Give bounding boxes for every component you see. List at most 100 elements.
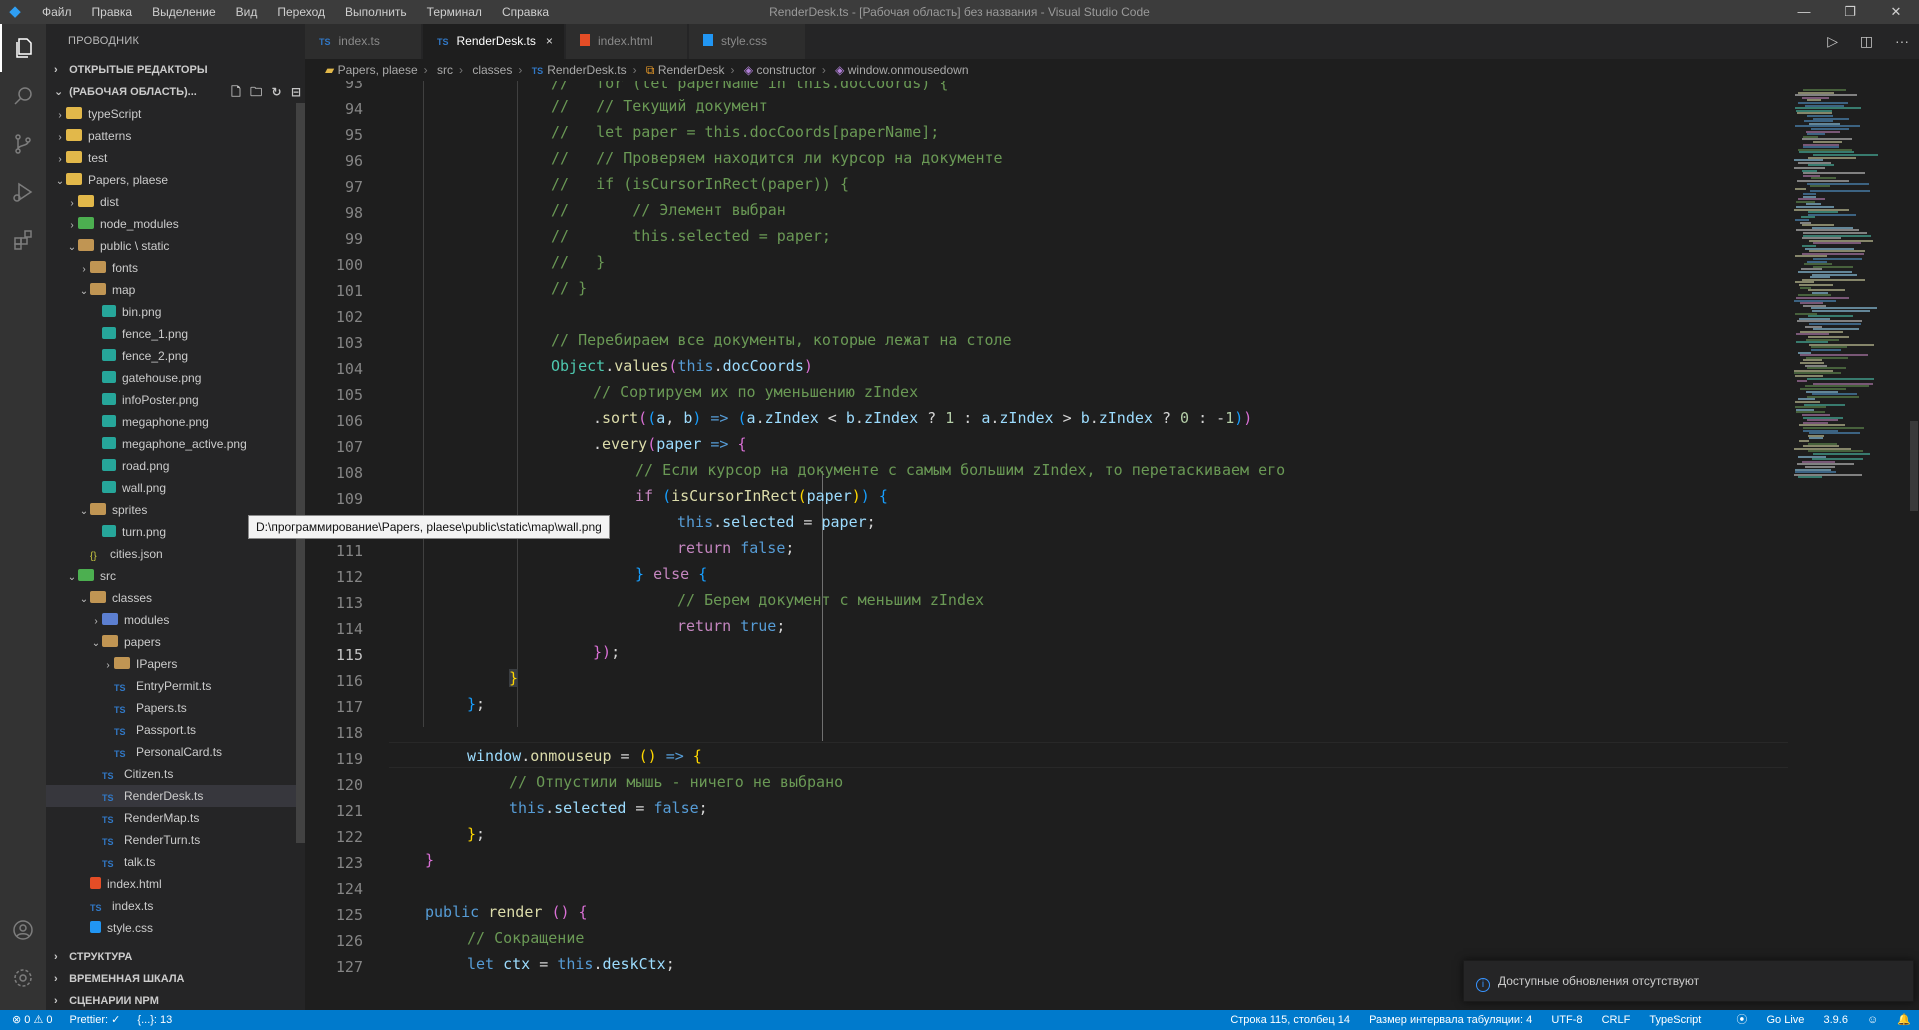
tree-item[interactable]: ⌄ src <box>46 565 296 587</box>
tree-item[interactable]: infoPoster.png <box>46 389 296 411</box>
cursor-position[interactable]: Строка 115, столбец 14 <box>1230 1014 1350 1026</box>
menu-view[interactable]: Вид <box>226 5 268 19</box>
new-file-icon[interactable]: 🗋 <box>231 85 241 99</box>
tree-item[interactable]: bin.png <box>46 301 296 323</box>
menu-file[interactable]: Файл <box>32 5 82 19</box>
run-debug-icon[interactable] <box>0 168 46 216</box>
breadcrumb-item[interactable]: src <box>437 63 453 77</box>
tab-size[interactable]: Размер интервала табуляции: 4 <box>1369 1014 1532 1026</box>
menu-selection[interactable]: Выделение <box>142 5 226 19</box>
search-icon[interactable] <box>0 72 46 120</box>
tree-item[interactable]: megaphone.png <box>46 411 296 433</box>
extensions-icon[interactable] <box>0 216 46 264</box>
menu-terminal[interactable]: Терминал <box>417 5 492 19</box>
tree-item[interactable]: ⌄ Papers, plaese <box>46 169 296 191</box>
npm-scripts-section[interactable]: › СЦЕНАРИИ NPM <box>46 990 305 1012</box>
source-control-icon[interactable] <box>0 120 46 168</box>
typescript-version[interactable]: 3.9.6 <box>1823 1014 1847 1026</box>
breadcrumb-item[interactable]: classes <box>472 63 512 77</box>
code-content[interactable]: // for (let paperName in this.docCoords)… <box>305 81 1788 1010</box>
menu-edit[interactable]: Правка <box>82 5 143 19</box>
tree-item[interactable]: {} cities.json <box>46 543 296 565</box>
collapse-all-icon[interactable]: ⊟ <box>291 85 301 99</box>
refresh-icon[interactable]: ↻ <box>272 85 282 99</box>
breadcrumb-item[interactable]: RenderDesk.ts <box>547 63 626 77</box>
code-editor[interactable]: 93 94 95 96 97 98 99 100 101 102 103 104 105 106 107 10… <box>305 81 1788 1010</box>
encoding[interactable]: UTF-8 <box>1551 1014 1582 1026</box>
tab-style-css[interactable]: style.css <box>689 24 806 59</box>
tree-item[interactable]: › dist <box>46 191 296 213</box>
breadcrumb-item[interactable]: RenderDesk <box>658 63 725 77</box>
tree-item[interactable]: index.html <box>46 873 296 895</box>
close-window-icon[interactable]: ✕ <box>1873 0 1919 24</box>
tree-item[interactable]: TS RenderTurn.ts <box>46 829 296 851</box>
tree-item[interactable]: ⌄ classes <box>46 587 296 609</box>
tab-index-ts[interactable]: TS index.ts <box>305 24 422 59</box>
tab-renderdesk-ts[interactable]: TS RenderDesk.ts × <box>423 24 565 59</box>
tree-item[interactable]: › typeScript <box>46 103 296 125</box>
run-icon[interactable]: ▷ <box>1827 33 1838 49</box>
tree-item[interactable]: ⌄ papers <box>46 631 296 653</box>
notification-toast[interactable]: i Доступные обновления отсутствуют <box>1463 960 1914 1002</box>
problems-indicator[interactable]: ⊗ 0 ⚠ 0 <box>12 1014 52 1026</box>
tree-item[interactable]: TS RenderDesk.ts <box>46 785 296 807</box>
selection-info[interactable]: {...}: 13 <box>137 1014 172 1026</box>
tree-item[interactable]: TS Passport.ts <box>46 719 296 741</box>
tree-item[interactable]: wall.png <box>46 477 296 499</box>
tree-item[interactable]: › modules <box>46 609 296 631</box>
tree-item[interactable]: › patterns <box>46 125 296 147</box>
split-editor-icon[interactable]: ◫ <box>1860 33 1873 49</box>
feedback-icon[interactable]: ☺ <box>1867 1014 1878 1026</box>
tree-item[interactable]: TS RenderMap.ts <box>46 807 296 829</box>
tree-item[interactable]: › node_modules <box>46 213 296 235</box>
tree-item[interactable]: megaphone_active.png <box>46 433 296 455</box>
go-live-button[interactable]: ⦿ Go Live <box>1720 1014 1804 1026</box>
breadcrumb-item[interactable]: Papers, plaese <box>338 63 418 77</box>
editor-scrollbar[interactable] <box>1908 81 1919 1010</box>
tree-item[interactable]: TS EntryPermit.ts <box>46 675 296 697</box>
language-mode[interactable]: TypeScript <box>1649 1014 1701 1026</box>
scrollbar-thumb[interactable] <box>1910 421 1918 511</box>
image-file-icon <box>102 525 116 537</box>
new-folder-icon[interactable]: 🗀 <box>250 85 262 99</box>
tree-item[interactable]: TS Papers.ts <box>46 697 296 719</box>
tree-item[interactable]: › test <box>46 147 296 169</box>
tree-item[interactable]: road.png <box>46 455 296 477</box>
restore-icon[interactable]: ❐ <box>1827 0 1873 24</box>
tree-item[interactable]: style.css <box>46 917 296 939</box>
minimap[interactable] <box>1788 81 1908 1010</box>
menu-run[interactable]: Выполнить <box>335 5 417 19</box>
open-editors-section[interactable]: › ОТКРЫТЫЕ РЕДАКТОРЫ <box>46 59 305 81</box>
tree-item[interactable]: fence_2.png <box>46 345 296 367</box>
tree-item[interactable]: ⌄ map <box>46 279 296 301</box>
timeline-section[interactable]: › ВРЕМЕННАЯ ШКАЛА <box>46 968 305 990</box>
tree-item[interactable]: gatehouse.png <box>46 367 296 389</box>
tree-item[interactable]: ⌄ public \ static <box>46 235 296 257</box>
tree-item[interactable]: › fonts <box>46 257 296 279</box>
prettier-status[interactable]: Prettier: ✓ <box>70 1014 121 1026</box>
minimize-icon[interactable]: — <box>1781 0 1827 24</box>
menu-go[interactable]: Переход <box>267 5 335 19</box>
sidebar-scrollbar[interactable] <box>296 103 305 843</box>
tree-item[interactable]: › IPapers <box>46 653 296 675</box>
folder-icon <box>102 635 118 647</box>
more-actions-icon[interactable]: ··· <box>1895 33 1909 49</box>
breadcrumb-item[interactable]: constructor <box>756 63 815 77</box>
tree-item[interactable]: TS talk.ts <box>46 851 296 873</box>
account-icon[interactable] <box>0 906 46 954</box>
tab-index-html[interactable]: index.html <box>566 24 688 59</box>
workspace-section[interactable]: ⌄ (РАБОЧАЯ ОБЛАСТЬ)... 🗋 🗀 ↻ ⊟ <box>46 81 305 103</box>
notifications-bell-icon[interactable]: 🔔 <box>1897 1014 1911 1026</box>
explorer-icon[interactable] <box>0 24 46 72</box>
settings-gear-icon[interactable] <box>0 954 46 1002</box>
tree-item[interactable]: TS PersonalCard.ts <box>46 741 296 763</box>
method-symbol-icon: ◈ <box>835 63 845 77</box>
close-tab-icon[interactable]: × <box>546 34 553 48</box>
breadcrumb-item[interactable]: window.onmousedown <box>848 63 969 77</box>
tree-item[interactable]: fence_1.png <box>46 323 296 345</box>
tree-item[interactable]: TS Citizen.ts <box>46 763 296 785</box>
outline-section[interactable]: › СТРУКТУРА <box>46 946 305 968</box>
menu-help[interactable]: Справка <box>492 5 559 19</box>
tree-item[interactable]: TS index.ts <box>46 895 296 917</box>
line-endings[interactable]: CRLF <box>1602 1014 1631 1026</box>
